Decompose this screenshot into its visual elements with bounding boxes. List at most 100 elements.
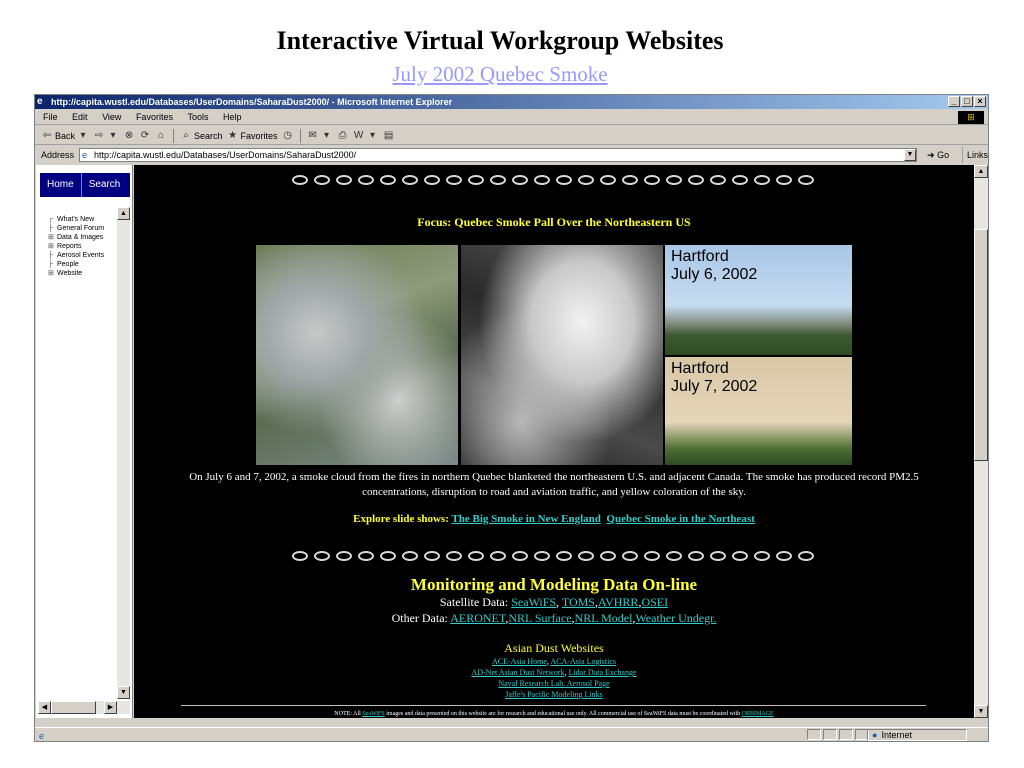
tree-item-data-images[interactable]: ⊞ Data & Images	[48, 233, 104, 242]
links-button[interactable]: Links	[962, 147, 988, 163]
vertical-scroll-thumb[interactable]	[974, 229, 988, 461]
search-icon: ⌕	[183, 129, 189, 141]
menu-help[interactable]: Help	[217, 110, 248, 125]
discuss-icon: ▤	[383, 129, 394, 141]
link-lidar-data[interactable]: Lidar Data Exchange	[569, 668, 637, 677]
ornamental-divider	[270, 549, 836, 563]
horizontal-rule	[181, 705, 926, 706]
link-aca-asia-logistics[interactable]: ACA-Asia Logistics	[550, 657, 616, 666]
explore-label: Explore slide shows:	[353, 513, 449, 525]
menu-tools[interactable]: Tools	[181, 110, 214, 125]
chevron-down-icon: ▾	[110, 129, 116, 141]
minimize-button[interactable]: _	[948, 96, 960, 107]
link-weather-undegr[interactable]: Weather Undegr.	[635, 611, 716, 625]
chevron-down-icon: ▾	[80, 129, 86, 141]
link-ace-asia-home[interactable]: ACE-Asia Home	[492, 657, 547, 666]
satellite-smoke-image	[256, 245, 458, 465]
link-seawifs[interactable]: SeaWiFS	[511, 595, 556, 609]
forward-button[interactable]: ⇨ ▾	[93, 130, 119, 142]
scroll-down-button[interactable]: ▼	[974, 705, 988, 718]
print-button[interactable]: ⎙	[337, 130, 349, 142]
link-toms[interactable]: TOMS	[562, 595, 595, 609]
link-big-smoke[interactable]: The Big Smoke in New England	[451, 513, 600, 525]
status-cell	[823, 729, 837, 740]
slide-subtitle-link[interactable]: July 2002 Quebec Smoke	[0, 62, 1000, 87]
scroll-up-button[interactable]: ▲	[117, 207, 130, 220]
browser-window: e http://capita.wustl.edu/Databases/User…	[34, 94, 989, 742]
favorites-button[interactable]: ★ Favorites	[227, 127, 278, 145]
toolbar: ⇦ Back ▾ ⇨ ▾ ⊗ ⟳ ⌂ ⌕ Search ★ Favorites ◷ ✉ ▾ …	[35, 127, 988, 145]
menu-view[interactable]: View	[96, 110, 127, 125]
expand-icon[interactable]: ⊞	[48, 269, 57, 278]
status-bar: e ● Internet	[35, 727, 988, 741]
status-cell	[839, 729, 853, 740]
go-button[interactable]: ➜ Go	[927, 147, 949, 163]
favorites-icon: ★	[228, 129, 238, 141]
history-button[interactable]: ◷	[282, 130, 294, 142]
edit-button[interactable]: W ▾	[353, 130, 379, 142]
menu-edit[interactable]: Edit	[66, 110, 94, 125]
left-vertical-scrollbar[interactable]: ▲ ▼	[117, 207, 130, 699]
link-ad-net[interactable]: AD-Net Asian Dust Network	[471, 668, 564, 677]
link-jaffe-pacific[interactable]: Jaffe's Pacific Modeling Links	[505, 690, 603, 699]
tree-item-general-forum[interactable]: ├ General Forum	[48, 224, 104, 233]
link-naval-research[interactable]: Naval Research Lab. Aerosol Page	[498, 679, 609, 688]
link-nrl-model[interactable]: NRL Model	[575, 611, 633, 625]
scroll-right-button[interactable]: ▶	[104, 701, 117, 714]
scroll-up-button[interactable]: ▲	[974, 165, 988, 178]
asian-links-line: Jaffe's Pacific Modeling Links	[134, 690, 974, 699]
maximize-button[interactable]: □	[961, 96, 973, 107]
address-value: http://capita.wustl.edu/Databases/UserDo…	[94, 150, 357, 160]
refresh-button[interactable]: ⟳	[139, 130, 151, 142]
link-aeronet[interactable]: AERONET	[450, 611, 505, 625]
address-dropdown-button[interactable]: ▼	[904, 149, 916, 161]
link-orbimage[interactable]: ORBIMAGE	[742, 711, 774, 717]
link-nrl-surface[interactable]: NRL Surface	[508, 611, 571, 625]
left-explorer-pane: Home Search ┌ What's New ├ General Forum ⊞…	[36, 165, 133, 718]
expand-icon[interactable]: ⊞	[48, 242, 57, 251]
mail-button[interactable]: ✉ ▾	[307, 130, 333, 142]
smoke-caption: On July 6 and 7, 2002, a smoke cloud fro…	[189, 471, 919, 498]
link-osei[interactable]: OSEI	[641, 595, 668, 609]
page-icon: e	[82, 150, 88, 160]
tree-item-website[interactable]: ⊞ Website	[48, 269, 104, 278]
tree-item-reports[interactable]: ⊞ Reports	[48, 242, 104, 251]
left-horizontal-scrollbar[interactable]: ◀ ▶	[38, 701, 130, 714]
address-label: Address	[41, 150, 75, 160]
hartford-july7-label: Hartford July 7, 2002	[671, 360, 758, 395]
stop-button[interactable]: ⊗	[123, 130, 135, 142]
explore-slideshows: Explore slide shows: The Big Smoke in Ne…	[134, 513, 974, 525]
scroll-left-button[interactable]: ◀	[38, 701, 51, 714]
scroll-down-button[interactable]: ▼	[117, 686, 130, 699]
horizontal-scroll-thumb[interactable]	[51, 701, 96, 714]
link-quebec-smoke[interactable]: Quebec Smoke in the Northeast	[606, 513, 755, 525]
expand-icon[interactable]: ⊞	[48, 233, 57, 242]
home-icon: ⌂	[157, 129, 165, 141]
tab-search[interactable]: Search	[80, 173, 128, 197]
title-bar[interactable]: e http://capita.wustl.edu/Databases/User…	[35, 95, 988, 109]
tree-item-aerosol-events[interactable]: ├ Aerosol Events	[48, 251, 104, 260]
refresh-icon: ⟳	[140, 129, 150, 141]
discuss-button[interactable]: ▤	[383, 130, 395, 142]
chevron-down-icon: ▾	[370, 129, 376, 141]
close-button[interactable]: ×	[974, 96, 986, 107]
history-icon: ◷	[283, 129, 292, 141]
hartford-july6-label: Hartford July 6, 2002	[671, 248, 758, 283]
back-button[interactable]: ⇦ Back ▾	[41, 127, 89, 145]
ornamental-divider	[270, 173, 836, 187]
page-done-icon: e	[39, 731, 45, 741]
tree-item-people[interactable]: ├ People	[48, 260, 104, 269]
main-vertical-scrollbar[interactable]: ▲ ▼	[974, 165, 988, 718]
asian-links-line: Naval Research Lab. Aerosol Page	[134, 679, 974, 688]
address-input[interactable]: e http://capita.wustl.edu/Databases/User…	[79, 148, 917, 162]
globe-icon: ●	[872, 730, 878, 740]
print-icon: ⎙	[338, 129, 347, 141]
menu-file[interactable]: File	[35, 110, 64, 125]
tab-home[interactable]: Home	[40, 173, 81, 197]
menu-favorites[interactable]: Favorites	[130, 110, 179, 125]
link-avhrr[interactable]: AVHRR	[598, 595, 638, 609]
link-note-seawifs[interactable]: SeaWiFS	[362, 711, 384, 717]
home-button[interactable]: ⌂	[155, 130, 167, 142]
tree-item-whats-new[interactable]: ┌ What's New	[48, 215, 104, 224]
search-button[interactable]: ⌕ Search	[180, 127, 222, 145]
